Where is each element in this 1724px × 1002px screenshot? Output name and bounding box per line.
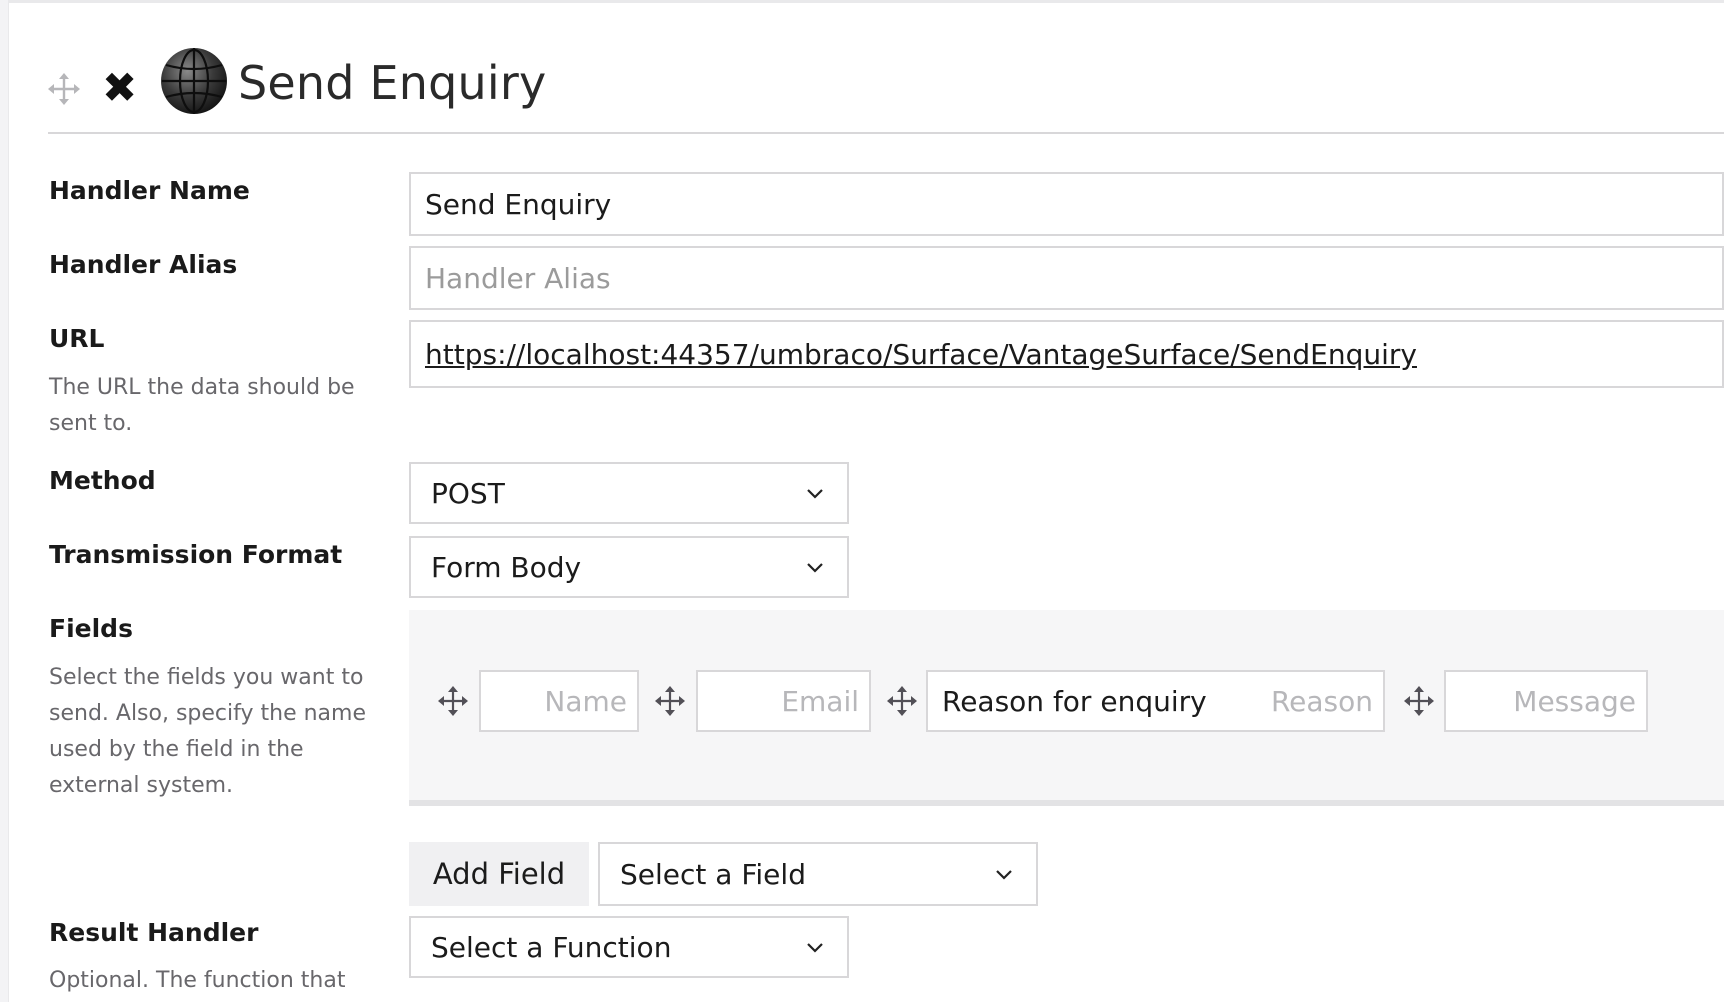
select-field-selected: Select a Field: [620, 857, 806, 891]
field-email-input[interactable]: Email: [696, 670, 871, 732]
transmission-format-label: Transmission Format: [49, 540, 343, 569]
result-handler-description: Optional. The function that: [49, 968, 346, 993]
drag-handle-icon[interactable]: [1404, 686, 1434, 716]
result-handler-select[interactable]: Select a Function: [409, 916, 849, 978]
handler-name-input[interactable]: Send Enquiry: [409, 172, 1724, 236]
fields-list: Name Email Reason for enquiry Reason Mes…: [409, 610, 1724, 806]
chevron-down-icon: [807, 489, 823, 499]
top-divider: [8, 0, 1724, 3]
method-selected: POST: [431, 476, 505, 510]
result-handler-selected: Select a Function: [431, 930, 672, 964]
url-input[interactable]: https://localhost:44357/umbraco/Surface/…: [409, 320, 1724, 388]
drag-handle-icon[interactable]: [438, 686, 468, 716]
add-field-button[interactable]: Add Field: [409, 842, 589, 906]
globe-icon: [161, 48, 227, 114]
handler-header: ✖ Send Enquiry: [48, 44, 1724, 134]
drag-handle-icon[interactable]: [655, 686, 685, 716]
handler-alias-label: Handler Alias: [49, 250, 238, 279]
field-message-input[interactable]: Message: [1444, 670, 1648, 732]
chevron-down-icon: [807, 943, 823, 953]
url-description: The URL the data should be sent to.: [49, 375, 355, 436]
field-placeholder: Message: [1513, 684, 1636, 718]
field-value: Reason for enquiry: [942, 684, 1207, 718]
method-select[interactable]: POST: [409, 462, 849, 524]
field-placeholder: Name: [544, 684, 627, 718]
result-handler-label: Result Handler: [49, 918, 259, 947]
field-reason-input[interactable]: Reason for enquiry Reason: [926, 670, 1385, 732]
field-name-input[interactable]: Name: [479, 670, 639, 732]
method-label: Method: [49, 466, 156, 495]
move-icon[interactable]: [48, 73, 80, 105]
field-placeholder: Reason: [1270, 684, 1373, 718]
transmission-format-select[interactable]: Form Body: [409, 536, 849, 598]
handler-alias-input[interactable]: Handler Alias: [409, 246, 1724, 310]
field-placeholder: Email: [781, 684, 859, 718]
transmission-format-selected: Form Body: [431, 550, 582, 584]
fields-description: Select the fields you want to send. Also…: [49, 665, 366, 798]
chevron-down-icon: [807, 563, 823, 573]
close-icon[interactable]: ✖: [102, 66, 137, 110]
url-label: URL: [49, 324, 105, 353]
fields-label: Fields: [49, 614, 133, 643]
left-rail: [0, 0, 9, 1002]
drag-handle-icon[interactable]: [887, 686, 917, 716]
handler-name-label: Handler Name: [49, 176, 250, 205]
chevron-down-icon: [996, 870, 1012, 880]
page-title: Send Enquiry: [238, 56, 547, 110]
select-field-select[interactable]: Select a Field: [598, 842, 1038, 906]
